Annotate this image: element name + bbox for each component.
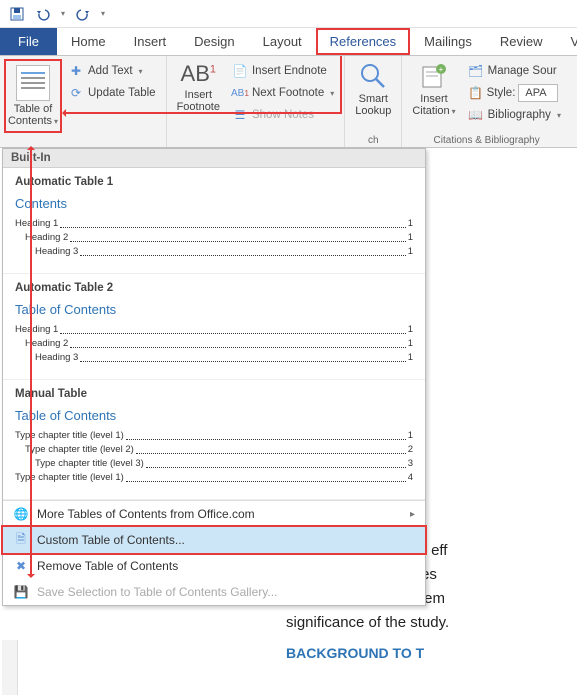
- gallery-header-builtin: Built-In: [3, 149, 425, 168]
- toc-preview-row: Type chapter title (level 1)1: [15, 429, 413, 443]
- smart-lookup-button[interactable]: SmartLookup: [349, 59, 397, 133]
- group-research: SmartLookup ch: [345, 56, 402, 147]
- insert-footnote-button[interactable]: AB1 InsertFootnote: [171, 59, 226, 133]
- tab-insert[interactable]: Insert: [120, 28, 181, 55]
- gallery-item-auto2[interactable]: Automatic Table 2 Table of Contents Head…: [3, 274, 425, 380]
- table-of-contents-button[interactable]: Table of Contents▾: [4, 59, 62, 133]
- insert-citation-button[interactable]: + InsertCitation▾: [406, 59, 461, 133]
- add-text-button[interactable]: ✚ Add Text▾: [66, 61, 158, 81]
- toc-preview-row: Heading 21: [15, 231, 413, 245]
- gallery-item-auto1[interactable]: Automatic Table 1 Contents Heading 11Hea…: [3, 168, 425, 274]
- update-icon: ⟳: [68, 85, 84, 101]
- bibliography-button[interactable]: 📖 Bibliography▾: [466, 105, 563, 125]
- toc-preview-row: Type chapter title (level 3)3: [15, 457, 413, 471]
- document-icon: 🗎: [13, 532, 29, 548]
- toc-preview-row: Heading 31: [15, 351, 413, 365]
- vertical-ruler: [2, 640, 18, 695]
- next-footnote-button[interactable]: AB1 Next Footnote▾: [230, 83, 336, 103]
- smart-lookup-icon: [358, 61, 388, 91]
- tab-review[interactable]: Review: [486, 28, 557, 55]
- tab-layout[interactable]: Layout: [249, 28, 316, 55]
- toc-preview-rows: Heading 11Heading 21Heading 31: [15, 217, 413, 259]
- style-icon: 📋: [468, 85, 484, 101]
- ribbon: Table of Contents▾ ✚ Add Text▾ ⟳ Update …: [0, 56, 577, 148]
- insert-endnote-button[interactable]: 📄 Insert Endnote: [230, 61, 336, 81]
- group-footnotes: AB1 InsertFootnote 📄 Insert Endnote AB1 …: [167, 56, 346, 147]
- tab-file[interactable]: File: [0, 28, 57, 55]
- ribbon-tabs: File Home Insert Design Layout Reference…: [0, 28, 577, 56]
- redo-button[interactable]: [72, 3, 94, 25]
- menu-save-selection: 💾 Save Selection to Table of Contents Ga…: [3, 579, 425, 605]
- toc-label: Table of Contents▾: [8, 103, 58, 128]
- toc-preview-title: Contents: [15, 196, 413, 211]
- gallery-item-title: Automatic Table 1: [15, 176, 413, 188]
- tab-mailings[interactable]: Mailings: [410, 28, 486, 55]
- show-notes-icon: ☰: [232, 107, 248, 123]
- endnote-icon: 📄: [232, 63, 248, 79]
- next-footnote-icon: AB1: [232, 85, 248, 101]
- add-text-icon: ✚: [68, 63, 84, 79]
- update-table-button[interactable]: ⟳ Update Table: [66, 83, 158, 103]
- tab-view[interactable]: View: [556, 28, 577, 55]
- menu-custom-toc[interactable]: 🗎 Custom Table of Contents...: [1, 525, 427, 555]
- toc-gallery: Built-In Automatic Table 1 Contents Head…: [2, 148, 426, 606]
- toc-preview-row: Heading 11: [15, 323, 413, 337]
- group-table-of-contents: Table of Contents▾ ✚ Add Text▾ ⟳ Update …: [0, 56, 167, 147]
- globe-icon: 🌐: [13, 506, 29, 522]
- chevron-right-icon: ▸: [410, 509, 415, 520]
- toc-icon: [16, 65, 50, 101]
- callout-arrow-down: [30, 148, 32, 576]
- toc-preview-row: Type chapter title (level 1)4: [15, 471, 413, 485]
- svg-text:+: +: [439, 65, 444, 74]
- undo-button[interactable]: [32, 3, 54, 25]
- manage-sources-button[interactable]: 🗂 Manage Sour: [466, 61, 563, 81]
- show-notes-button: ☰ Show Notes: [230, 105, 336, 125]
- tab-design[interactable]: Design: [180, 28, 248, 55]
- gallery-item-title: Manual Table: [15, 388, 413, 400]
- menu-remove-toc[interactable]: ✖ Remove Table of Contents: [3, 553, 425, 579]
- group-research-label: ch: [345, 135, 401, 146]
- callout-line-vertical: [340, 56, 342, 112]
- gallery-item-manual[interactable]: Manual Table Table of Contents Type chap…: [3, 380, 425, 500]
- menu-more-toc[interactable]: 🌐 More Tables of Contents from Office.co…: [3, 501, 425, 527]
- toc-preview-title: Table of Contents: [15, 408, 413, 423]
- bibliography-icon: 📖: [468, 107, 484, 123]
- group-citations: + InsertCitation▾ 🗂 Manage Sour 📋 Style:…: [402, 56, 571, 147]
- toc-preview-title: Table of Contents: [15, 302, 413, 317]
- remove-icon: ✖: [13, 558, 29, 574]
- undo-dropdown[interactable]: ▾: [58, 3, 68, 25]
- callout-line-horizontal: [64, 112, 342, 114]
- tab-home[interactable]: Home: [57, 28, 120, 55]
- toc-preview-row: Heading 11: [15, 217, 413, 231]
- qat-customize-dropdown[interactable]: ▾: [98, 3, 108, 25]
- tab-references[interactable]: References: [316, 28, 410, 55]
- quick-access-toolbar: ▾ ▾: [0, 0, 577, 28]
- style-value[interactable]: APA: [518, 84, 558, 102]
- save-selection-icon: 💾: [13, 584, 29, 600]
- gallery-item-title: Automatic Table 2: [15, 282, 413, 294]
- manage-sources-icon: 🗂: [468, 63, 484, 79]
- toc-preview-row: Type chapter title (level 2)2: [15, 443, 413, 457]
- toc-preview-rows: Type chapter title (level 1)1Type chapte…: [15, 429, 413, 485]
- save-button[interactable]: [6, 3, 28, 25]
- citation-icon: +: [419, 61, 449, 91]
- group-citations-label: Citations & Bibliography: [402, 135, 571, 146]
- doc-heading-2: BACKGROUND TO T: [286, 645, 571, 661]
- toc-preview-row: Heading 21: [15, 337, 413, 351]
- citation-style-select[interactable]: 📋 Style: APA: [466, 83, 563, 103]
- toc-preview-rows: Heading 11Heading 21Heading 31: [15, 323, 413, 365]
- toc-preview-row: Heading 31: [15, 245, 413, 259]
